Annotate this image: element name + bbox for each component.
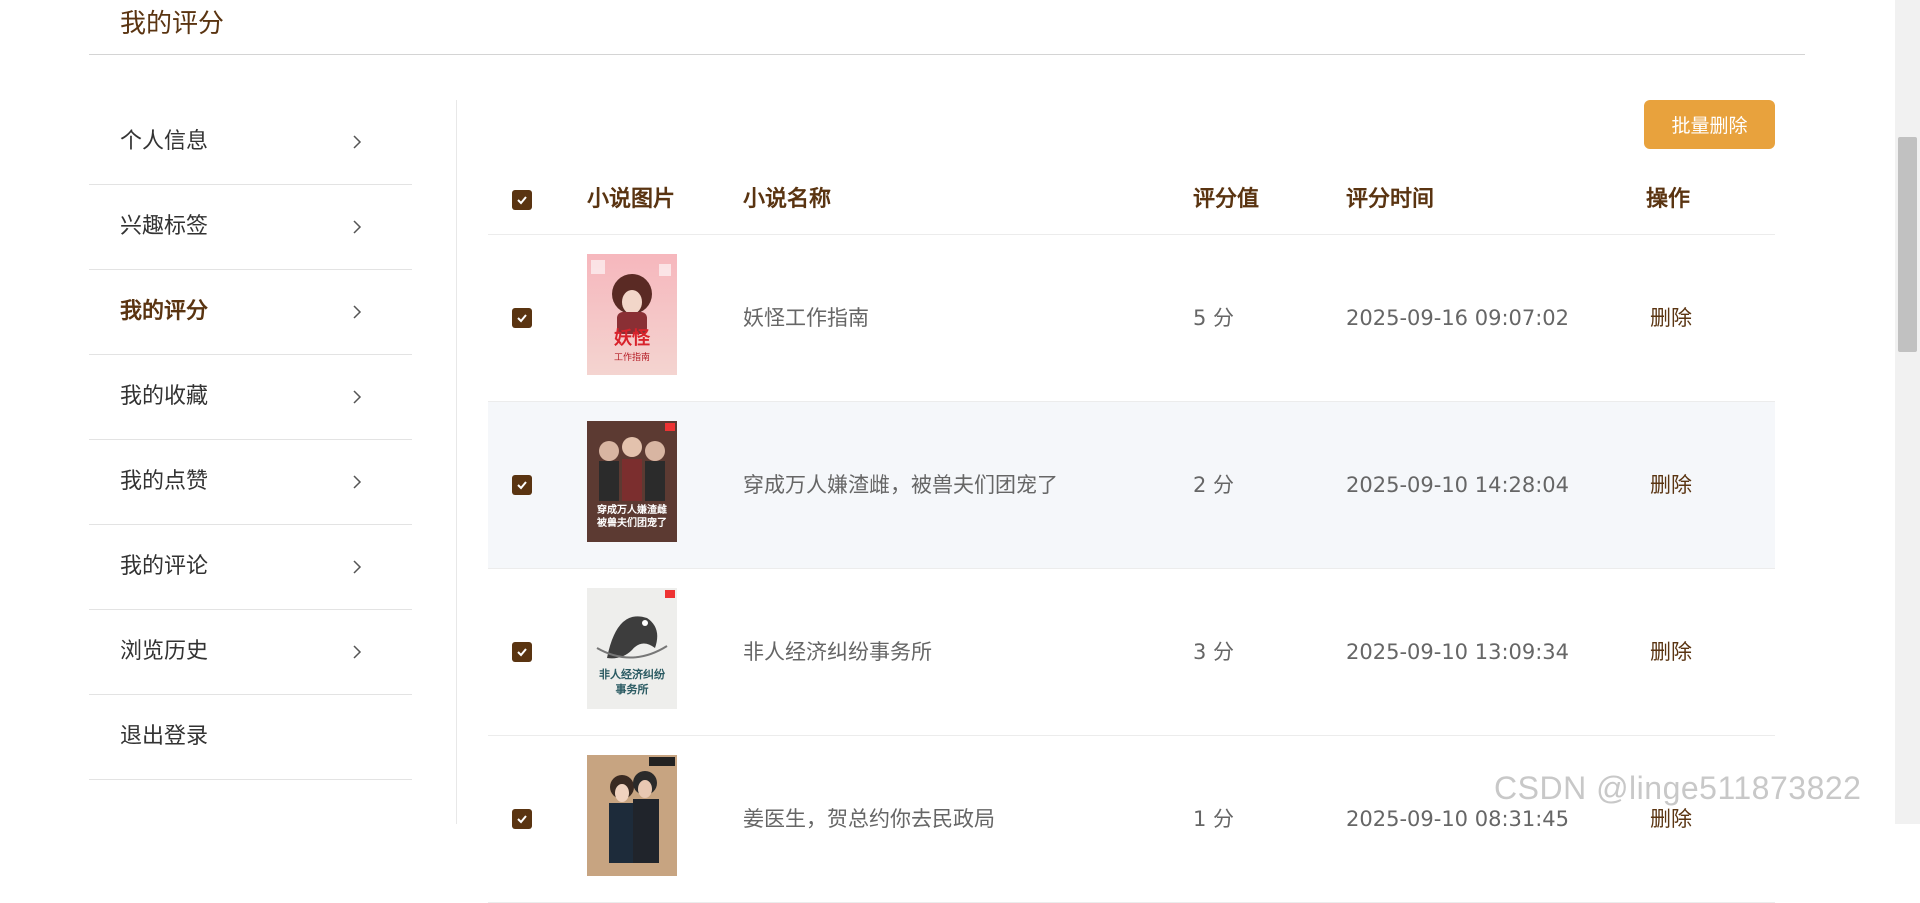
table-row: 穿成万人嫌渣雌 被兽夫们团宠了 穿成万人嫌渣雌，被兽夫们团宠了 2 分 2025… bbox=[488, 402, 1775, 569]
delete-link[interactable]: 删除 bbox=[1650, 235, 1692, 401]
cover-subtitle: 工作指南 bbox=[614, 351, 650, 363]
check-icon bbox=[517, 648, 527, 657]
novel-cover-image[interactable]: 妖怪 工作指南 bbox=[587, 254, 677, 375]
check-icon bbox=[517, 314, 527, 323]
sidebar-item-label: 浏览历史 bbox=[120, 639, 209, 664]
novel-name: 非人经济纠纷事务所 bbox=[743, 640, 932, 664]
scrollbar-track[interactable] bbox=[1895, 0, 1920, 824]
chevron-right-icon bbox=[353, 305, 362, 319]
delete-link[interactable]: 删除 bbox=[1650, 402, 1692, 568]
rating-time: 2025-09-16 09:07:02 bbox=[1346, 306, 1570, 330]
cover-title: 非人经济纠纷 bbox=[599, 667, 665, 681]
sidebar-item-label: 我的评论 bbox=[120, 554, 209, 579]
row-checkbox[interactable] bbox=[512, 308, 532, 328]
table-row: 姜医生，贺总约你去民政局 1 分 2025-09-10 08:31:45 删除 bbox=[488, 736, 1775, 903]
chevron-right-icon bbox=[353, 475, 362, 489]
sidebar-item-label: 个人信息 bbox=[120, 129, 209, 154]
novel-name: 姜医生，贺总约你去民政局 bbox=[743, 807, 995, 831]
chevron-right-icon bbox=[353, 390, 362, 404]
cover-title: 妖怪 bbox=[614, 327, 651, 349]
score-value: 2 分 bbox=[1193, 473, 1235, 497]
sidebar-item-interest-tags[interactable]: 兴趣标签 bbox=[89, 185, 412, 270]
sidebar-item-profile[interactable]: 个人信息 bbox=[89, 100, 412, 185]
sidebar-item-history[interactable]: 浏览历史 bbox=[89, 610, 412, 695]
score-value: 1 分 bbox=[1193, 807, 1235, 831]
sidebar-item-label: 退出登录 bbox=[120, 724, 209, 749]
header-name: 小说名称 bbox=[743, 187, 832, 212]
header-score: 评分值 bbox=[1193, 187, 1260, 212]
sidebar-item-my-likes[interactable]: 我的点赞 bbox=[89, 440, 412, 525]
batch-delete-button[interactable]: 批量删除 bbox=[1644, 100, 1775, 149]
check-icon bbox=[517, 196, 527, 205]
sidebar-item-label: 我的评分 bbox=[120, 299, 209, 324]
novel-cover-image[interactable]: 穿成万人嫌渣雌 被兽夫们团宠了 bbox=[587, 421, 677, 542]
sidebar-divider bbox=[456, 100, 457, 824]
delete-link[interactable]: 删除 bbox=[1650, 736, 1692, 902]
cover-title: 穿成万人嫌渣雌 bbox=[597, 503, 667, 516]
sidebar-item-my-favorites[interactable]: 我的收藏 bbox=[89, 355, 412, 440]
row-checkbox[interactable] bbox=[512, 475, 532, 495]
header-time: 评分时间 bbox=[1346, 187, 1435, 212]
sidebar-item-label: 兴趣标签 bbox=[120, 214, 209, 239]
chevron-right-icon bbox=[353, 560, 362, 574]
score-value: 5 分 bbox=[1193, 306, 1235, 330]
header-image: 小说图片 bbox=[587, 187, 676, 212]
sidebar-item-my-ratings[interactable]: 我的评分 bbox=[89, 270, 412, 355]
novel-name: 妖怪工作指南 bbox=[743, 306, 869, 330]
score-value: 3 分 bbox=[1193, 640, 1235, 664]
sidebar-item-label: 我的收藏 bbox=[120, 384, 209, 409]
novel-cover-image[interactable] bbox=[587, 755, 677, 876]
scrollbar-thumb[interactable] bbox=[1898, 137, 1917, 352]
rating-time: 2025-09-10 13:09:34 bbox=[1346, 640, 1570, 664]
chevron-right-icon bbox=[353, 220, 362, 234]
check-icon bbox=[517, 481, 527, 490]
row-checkbox[interactable] bbox=[512, 642, 532, 662]
rating-time: 2025-09-10 14:28:04 bbox=[1346, 473, 1570, 497]
cover-subtitle: 被兽夫们团宠了 bbox=[597, 516, 667, 529]
select-all-checkbox[interactable] bbox=[512, 190, 532, 210]
title-divider bbox=[89, 54, 1805, 55]
sidebar-item-logout[interactable]: 退出登录 bbox=[89, 695, 412, 780]
chevron-right-icon bbox=[353, 135, 362, 149]
page-title: 我的评分 bbox=[120, 9, 225, 39]
rating-time: 2025-09-10 08:31:45 bbox=[1346, 807, 1570, 831]
novel-name: 穿成万人嫌渣雌，被兽夫们团宠了 bbox=[743, 473, 1058, 497]
chevron-right-icon bbox=[353, 645, 362, 659]
row-checkbox[interactable] bbox=[512, 809, 532, 829]
watermark: CSDN @linge511873822 bbox=[1494, 770, 1862, 806]
header-action: 操作 bbox=[1646, 187, 1691, 212]
cover-subtitle: 事务所 bbox=[616, 682, 649, 696]
table-row: 妖怪 工作指南 妖怪工作指南 5 分 2025-09-16 09:07:02 删… bbox=[488, 235, 1775, 402]
delete-link[interactable]: 删除 bbox=[1650, 569, 1692, 735]
sidebar: 个人信息 兴趣标签 我的评分 我的收藏 我的点赞 我的评论 浏览历史 退出登录 bbox=[89, 100, 412, 780]
table-header: 小说图片 小说名称 评分值 评分时间 操作 bbox=[488, 166, 1775, 235]
novel-cover-image[interactable]: 非人经济纠纷 事务所 bbox=[587, 588, 677, 709]
sidebar-item-label: 我的点赞 bbox=[120, 469, 209, 494]
table-row: 非人经济纠纷 事务所 非人经济纠纷事务所 3 分 2025-09-10 13:0… bbox=[488, 569, 1775, 736]
sidebar-item-my-comments[interactable]: 我的评论 bbox=[89, 525, 412, 610]
